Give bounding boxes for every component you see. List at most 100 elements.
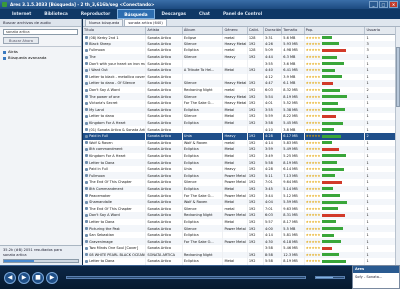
table-row[interactable]: The End Of This Chapter Sonata Artica Sile… [83, 205, 400, 213]
table-row[interactable]: Two Minds One Soul [Cover] Sonata Artica 3… [83, 245, 400, 252]
column-header[interactable]: Tamaño [281, 27, 305, 35]
vertical-scrollbar[interactable] [395, 27, 400, 265]
cell-artist: Sonata Artica [145, 172, 183, 180]
table-row[interactable]: Don't Say A Word Sonata Artica Reckoning N… [83, 86, 400, 94]
minimize-button[interactable]: _ [369, 1, 378, 8]
table-row[interactable]: 8th commandment Sonata Artica Ecliptica Met… [83, 146, 400, 153]
table-row[interactable]: Fullmoon Sonata Artica Ecliptica Power Meta… [83, 172, 400, 180]
column-header[interactable]: Artista [145, 27, 183, 35]
rating-stars-icon: ★★★★★ [305, 173, 321, 178]
cell-popularity: ★★★★★ [304, 40, 366, 48]
search-tab[interactable]: sonata artica (640) [124, 19, 167, 26]
cell-album: For The Sake O... [182, 192, 224, 199]
cell-genre: metal [222, 139, 248, 147]
column-header[interactable]: Duración [263, 27, 283, 35]
table-row[interactable]: The Sonata Artica Silence Heavy 192 4:44 6.3 M… [83, 53, 400, 61]
cell-genre: Heavy Metal [222, 40, 248, 48]
cell-genre: Metal [222, 185, 248, 193]
table-row[interactable]: Fullmoon Sonata Artica Ecliptica metal 128 5:… [83, 47, 400, 54]
notification-popup[interactable]: Ares Sofy - Sonata... [352, 265, 400, 289]
volume-slider[interactable] [315, 276, 345, 279]
cell-album: Reckoning Night [182, 251, 224, 259]
cell-artist: Sonata Artica [145, 179, 183, 186]
table-row[interactable]: Letter to dana - Of Silence Sonata Artica… [83, 80, 400, 87]
cell-size: 5.93 MB [281, 40, 305, 48]
table-row[interactable]: My Land Sonata Artica Ecliptica Metal 192 3:5… [83, 106, 400, 114]
table-row[interactable]: Letter to black - metallica cover Sonata … [83, 73, 400, 81]
search-now-button[interactable]: Buscar Ahora [3, 37, 39, 44]
column-header[interactable]: Pop. [304, 27, 366, 35]
cell-title: Letter to dana - Of Silence [83, 80, 147, 87]
track-title: Gravenimage [89, 239, 113, 244]
cell-genre: Metal [222, 159, 248, 166]
menu-b-squeda[interactable]: Búsqueda [117, 9, 155, 19]
table-row[interactable]: Letter to dana Sonata Artica Silence Metal 1… [83, 113, 400, 120]
table-row[interactable]: Letter to Dana Sonata Artica Ecliptica Meta… [83, 218, 400, 226]
menu-reproductor[interactable]: Reproductor [75, 9, 116, 19]
table-row[interactable]: Picturing the Past Sonata Artica Silence Po… [83, 225, 400, 232]
scrollbar-thumb[interactable] [396, 47, 400, 107]
cell-size: 5.6 MB [281, 34, 305, 41]
rating-stars-icon: ★★★★★ [305, 226, 321, 231]
menu-chat[interactable]: Chat [193, 9, 216, 19]
menu-biblioteca[interactable]: Biblioteca [38, 9, 74, 19]
table-row[interactable]: Letter to Dana Sonata Artica Ecliptica Meta… [83, 159, 400, 166]
table-row[interactable]: I Want Out Sonata Artica A Tribute To Hel.… [83, 66, 400, 74]
table-row[interactable]: San Sebastian Sonata Artica Ecliptica 192 4:… [83, 231, 400, 239]
table-row[interactable]: (01) Sonata Artica & Sonata Artica - hun… [83, 126, 400, 133]
table-row[interactable]: Paid in Full Sonata Artica Unia Heavy 192 4:2… [83, 132, 400, 140]
table-row[interactable]: Peacemaker Sonata Artica For The Sake O...… [83, 192, 400, 199]
advanced-search-link[interactable]: Búsqueda avanzada [0, 55, 81, 61]
cell-quality: 128 [247, 47, 265, 54]
player-bar: ◀ ▶ ■ ▶ [0, 265, 400, 289]
column-header[interactable]: Álbum [182, 27, 224, 35]
column-header[interactable]: Género [222, 27, 248, 35]
track-title: Paid in Full [89, 167, 108, 172]
table-row[interactable]: 8th Commandment Sonata Artica Ecliptica Met… [83, 185, 400, 193]
table-row[interactable]: Kingdom For A Heart Sonata Artica Ecliptic… [83, 152, 400, 160]
cell-popularity: ★★★★★ [304, 86, 366, 94]
seek-bar[interactable] [66, 276, 306, 279]
play-icon[interactable]: ▶ [18, 272, 30, 284]
menu-internet[interactable]: Internet [6, 9, 37, 19]
cell-genre: Power Metal [222, 225, 248, 232]
cell-album: Ecliptica [182, 185, 224, 193]
cell-album [182, 73, 224, 81]
table-row[interactable]: Kingdom For A Heart Sonata Artica Ecliptic… [83, 119, 400, 127]
table-row[interactable]: The power of one Sonata Artica Silence Heav… [83, 93, 400, 100]
column-header[interactable]: Calid. [247, 27, 265, 35]
table-row[interactable]: Letter to Dana Sonata Artica Ecliptica Meta… [83, 258, 400, 265]
close-button[interactable]: × [389, 1, 398, 8]
search-tab[interactable]: Nueva búsqueda [85, 19, 124, 26]
table-row[interactable]: Don't Say A Word Sonata Artica Reckoning N… [83, 212, 400, 219]
next-icon[interactable]: ▶ [46, 272, 58, 284]
cell-popularity: ★★★★★ [304, 225, 366, 232]
window-controls: _ □ × [369, 1, 398, 8]
availability-bar [322, 75, 343, 79]
cell-duration: 4:28 [263, 165, 283, 173]
table-row[interactable]: The End Of This Chapter Sonata Artica Sile… [83, 179, 400, 186]
cell-artist: Sonata Artica [145, 225, 183, 232]
cell-duration: 4:10 [263, 126, 283, 133]
menu-panel-de-control[interactable]: Panel de Control [217, 9, 268, 19]
previous-icon[interactable]: ◀ [4, 272, 16, 284]
maximize-button[interactable]: □ [379, 1, 388, 8]
rating-stars-icon: ★★★★★ [305, 88, 321, 93]
track-title: 8th Commandment [89, 186, 124, 191]
table-row[interactable]: Victoria's Secret Sonata Artica For The Sa… [83, 99, 400, 107]
column-header[interactable]: Título [83, 27, 147, 35]
cell-quality: 192 [247, 80, 265, 87]
table-row[interactable]: Wolf & Raven Sonata Artica Wolf & Raven met… [83, 139, 400, 147]
stop-icon[interactable]: ■ [32, 272, 44, 284]
table-row[interactable]: Shamandalie Sonata Artica Wolf & Raven Meta… [83, 198, 400, 206]
table-row[interactable]: Black Sheep Sonata Artica Silence Heavy Met… [83, 40, 400, 48]
cell-quality: 192 [247, 205, 265, 213]
table-row[interactable]: Don't with your heart on iron maiden cov… [83, 60, 400, 67]
table-row[interactable]: (08) Kerby 2nd 1 Sonata Artica Eclipse meta… [83, 34, 400, 41]
menu-descargas[interactable]: Descargas [156, 9, 193, 19]
audio-file-icon [85, 227, 88, 231]
search-input[interactable]: sonata artica [3, 29, 78, 35]
table-row[interactable]: Paid in Full Sonata Artica Unia Heavy 192 4:2… [83, 165, 400, 173]
table-row[interactable]: Gravenimage Sonata Artica For The Sake O..… [83, 238, 400, 245]
table-row[interactable]: 08 WHITE PEARL BLACK OCEANS SONATA ARTICA… [83, 251, 400, 259]
